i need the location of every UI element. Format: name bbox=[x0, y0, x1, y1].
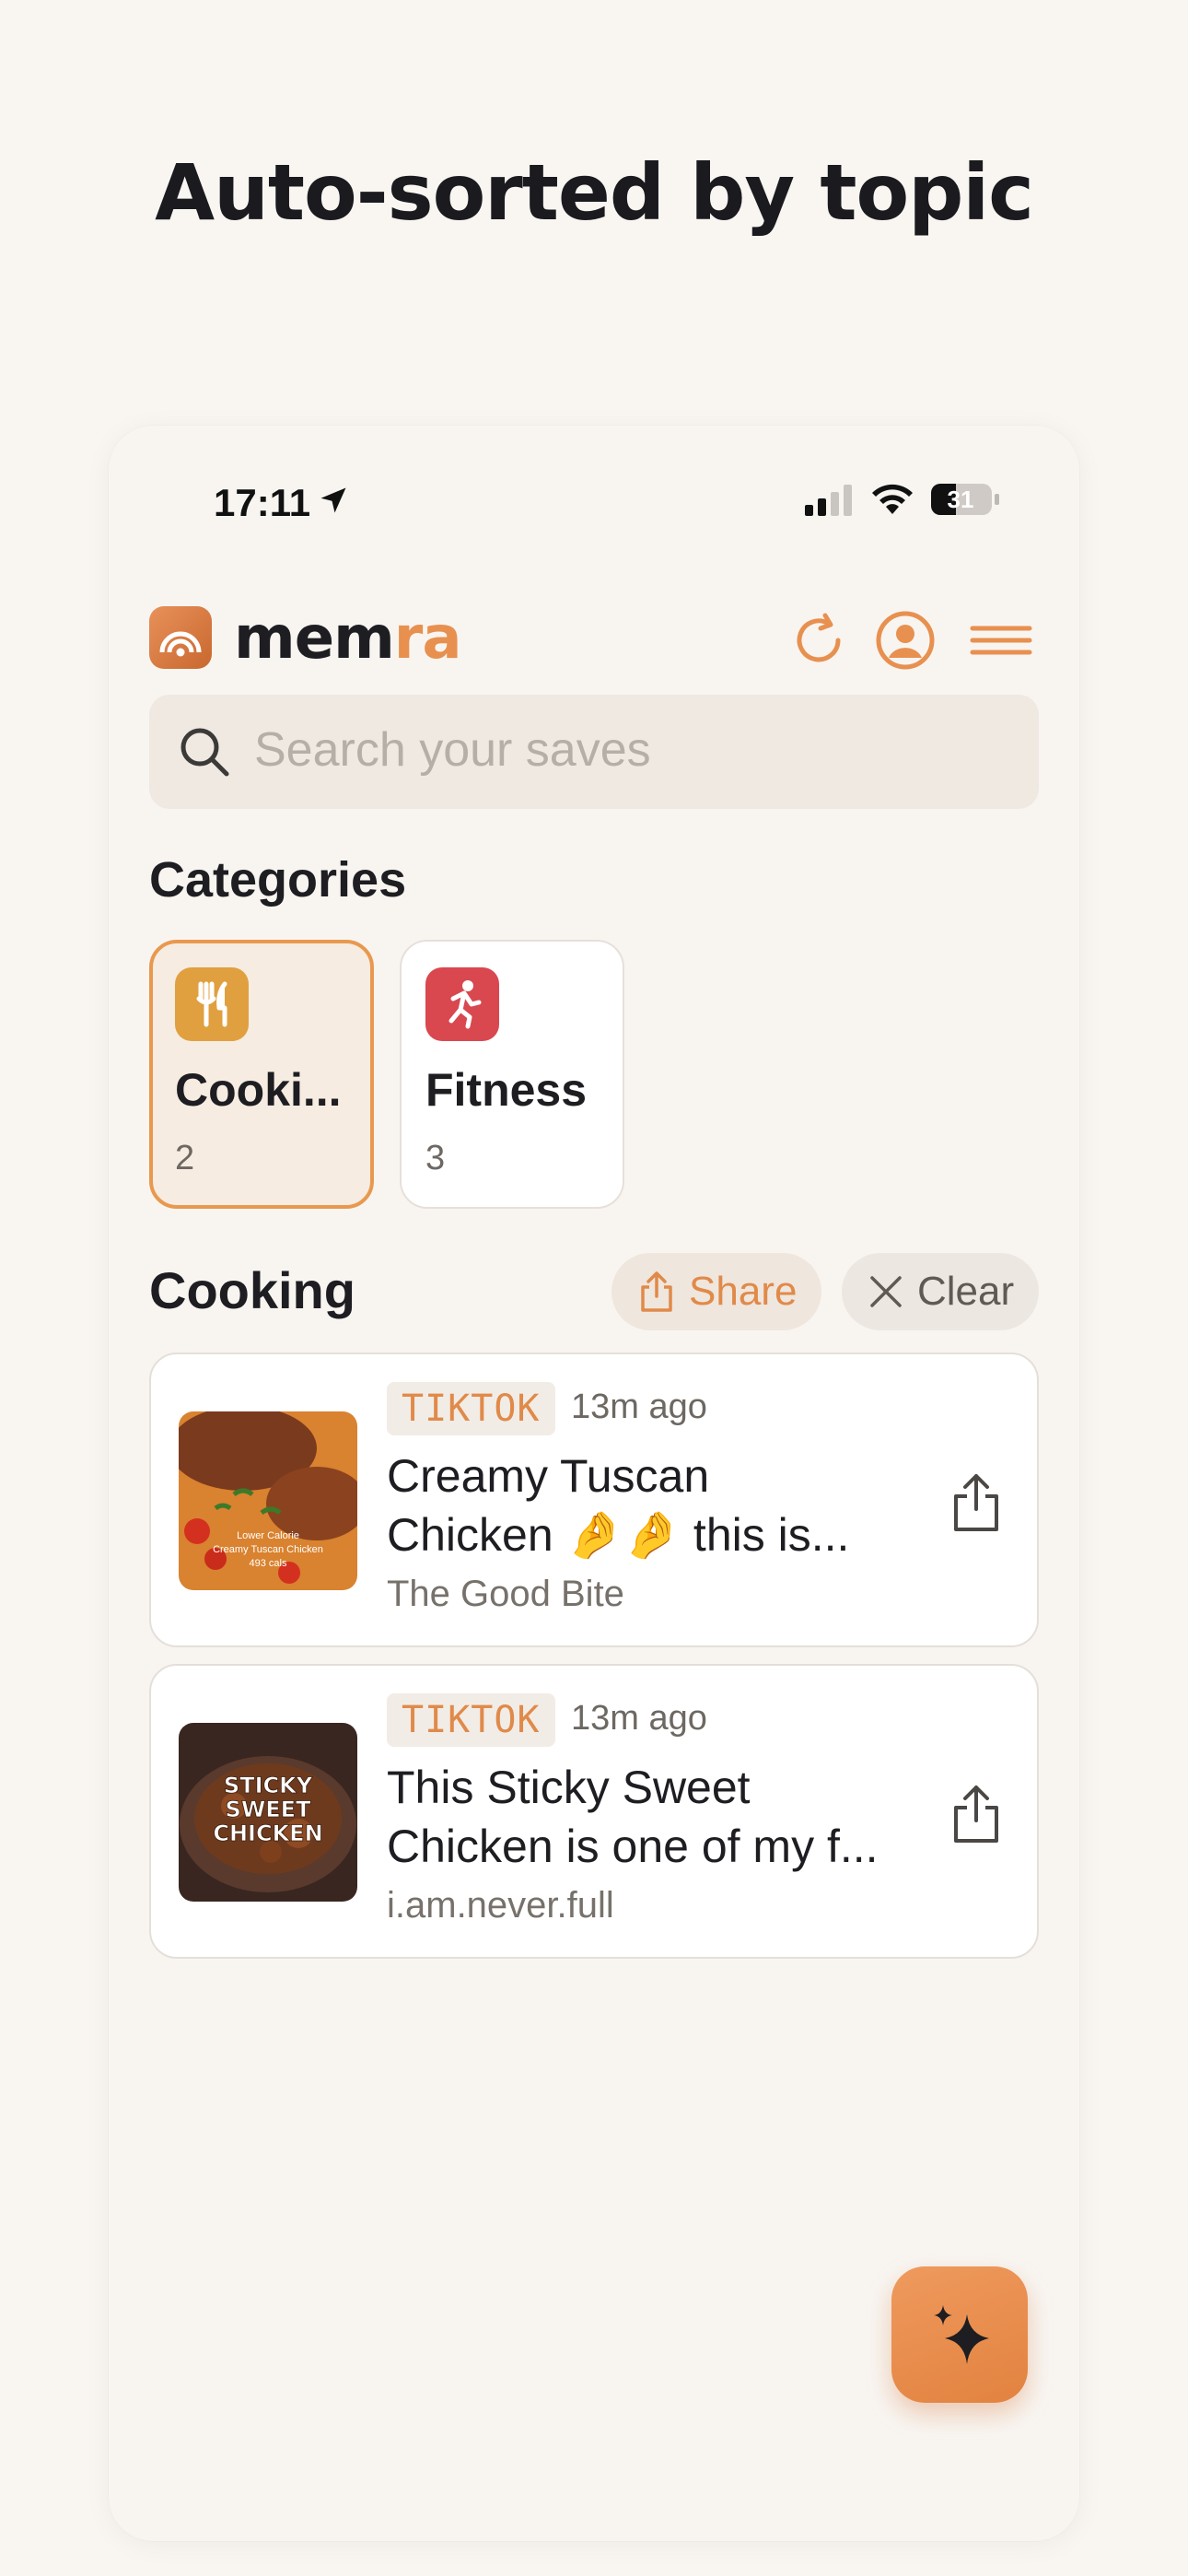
save-time: 13m ago bbox=[571, 1388, 707, 1426]
ai-sparkle-button[interactable] bbox=[891, 2266, 1028, 2403]
app-name-part2: ra bbox=[393, 604, 462, 673]
platform-tag: TIKTOK bbox=[387, 1382, 555, 1435]
thumb-caption-3: CHICKEN bbox=[213, 1821, 322, 1846]
share-icon bbox=[641, 1271, 672, 1312]
sparkle-icon bbox=[934, 2305, 989, 2364]
app-header: memra bbox=[149, 597, 1039, 680]
search-input[interactable]: Search your saves bbox=[149, 695, 1039, 809]
status-time: 17:11 bbox=[214, 481, 311, 524]
thumb-caption-2: SWEET bbox=[226, 1797, 312, 1822]
share-icon[interactable] bbox=[950, 1784, 1002, 1844]
save-title: Creamy Tuscan Chicken 🤌🤌 this is... bbox=[387, 1446, 903, 1564]
share-label: Share bbox=[689, 1269, 798, 1314]
app-name-part1: mem bbox=[234, 604, 395, 673]
profile-icon[interactable] bbox=[873, 608, 938, 673]
platform-tag: TIKTOK bbox=[387, 1693, 555, 1747]
status-bar: 17:11 31 bbox=[109, 426, 1079, 582]
category-card-fitness[interactable]: Fitness 3 bbox=[400, 940, 624, 1209]
save-thumbnail: Lower Calorie Creamy Tuscan Chicken 493 … bbox=[179, 1411, 357, 1590]
search-icon bbox=[181, 728, 229, 777]
save-time: 13m ago bbox=[571, 1699, 707, 1738]
runner-icon bbox=[425, 967, 499, 1041]
thumb-caption-3: 493 cals bbox=[250, 1558, 287, 1569]
location-arrow-icon bbox=[320, 487, 346, 513]
category-name: Fitness bbox=[425, 1064, 588, 1116]
refresh-icon[interactable] bbox=[786, 608, 851, 673]
share-icon[interactable] bbox=[950, 1472, 1002, 1533]
save-title: This Sticky Sweet Chicken is one of my f… bbox=[387, 1758, 903, 1876]
category-name: Cooki... bbox=[175, 1064, 342, 1116]
battery-percent: 31 bbox=[947, 486, 974, 513]
battery-indicator: 31 bbox=[930, 483, 1004, 516]
app-logo-icon bbox=[149, 606, 212, 669]
cellular-signal-icon bbox=[805, 485, 852, 516]
save-title-line2: Chicken 🤌🤌 this is... bbox=[387, 1509, 850, 1561]
save-thumbnail: STICKY SWEET CHICKEN bbox=[179, 1723, 357, 1902]
save-title-line2: Chicken is one of my f... bbox=[387, 1821, 879, 1872]
marketing-headline: Auto-sorted by topic bbox=[155, 147, 1034, 238]
categories-heading: Categories bbox=[149, 852, 407, 907]
save-title-line1: This Sticky Sweet bbox=[387, 1762, 751, 1813]
menu-icon[interactable] bbox=[969, 608, 1033, 673]
search-placeholder: Search your saves bbox=[254, 723, 651, 777]
save-title-line1: Creamy Tuscan bbox=[387, 1450, 710, 1502]
phone-screen: 17:11 31 memra Search your saves Categor… bbox=[109, 426, 1079, 2541]
save-card[interactable]: Lower Calorie Creamy Tuscan Chicken 493 … bbox=[149, 1352, 1039, 1647]
thumb-caption-1: STICKY bbox=[224, 1773, 313, 1798]
save-source: i.am.never.full bbox=[387, 1885, 614, 1926]
thumb-caption-1: Lower Calorie bbox=[237, 1530, 299, 1541]
thumb-caption-2: Creamy Tuscan Chicken bbox=[213, 1544, 323, 1555]
fork-knife-icon bbox=[175, 967, 249, 1041]
category-count: 3 bbox=[425, 1139, 446, 1177]
category-count: 2 bbox=[175, 1139, 195, 1177]
save-source: The Good Bite bbox=[387, 1574, 624, 1614]
section-title: Cooking bbox=[149, 1261, 355, 1319]
wifi-icon bbox=[872, 484, 913, 514]
app-name: memra bbox=[234, 604, 462, 673]
share-button[interactable]: Share bbox=[611, 1253, 821, 1330]
clear-label: Clear bbox=[917, 1269, 1015, 1314]
save-card[interactable]: STICKY SWEET CHICKEN TIKTOK 13m ago This… bbox=[149, 1664, 1039, 1959]
category-card-cooking[interactable]: Cooki... 2 bbox=[149, 940, 374, 1209]
close-icon bbox=[870, 1276, 902, 1307]
clear-button[interactable]: Clear bbox=[842, 1253, 1039, 1330]
